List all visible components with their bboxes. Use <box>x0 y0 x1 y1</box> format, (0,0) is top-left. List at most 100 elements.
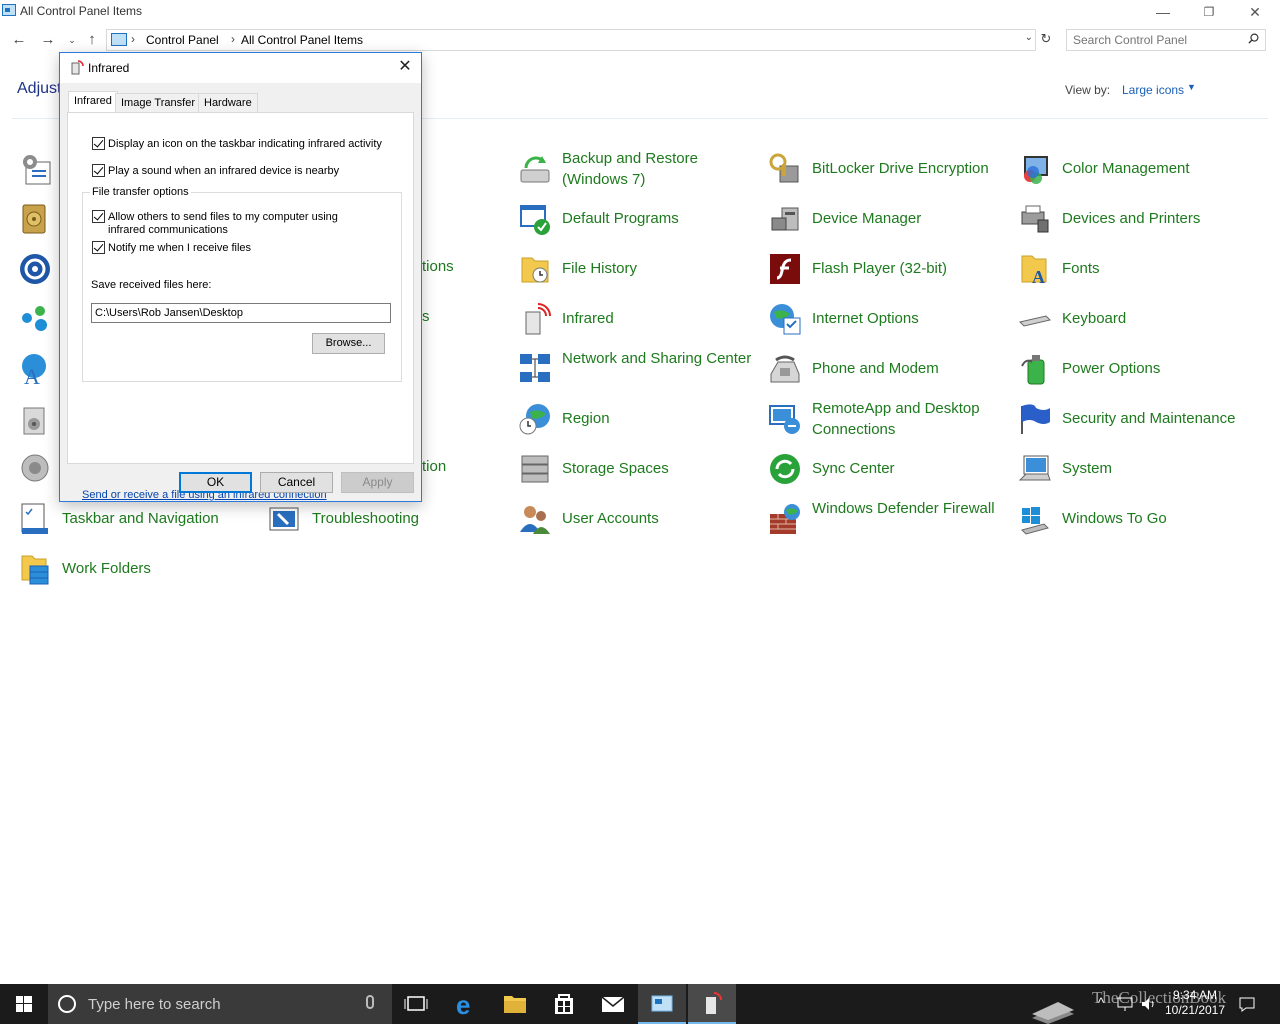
notify-checkbox[interactable] <box>92 241 105 254</box>
taskbar-edge[interactable]: e <box>442 984 490 1024</box>
dialog-titlebar[interactable]: Infrared ✕ <box>60 53 421 83</box>
checkbox-label: Play a sound when an infrared device is … <box>108 165 340 177</box>
book-logo-icon <box>1032 1002 1074 1024</box>
infrared-dialog: Infrared ✕ Infrared Image Transfer Hardw… <box>59 52 422 502</box>
address-bar[interactable]: › Control Panel › All Control Panel Item… <box>106 29 1036 51</box>
item-internet-options[interactable]: Internet Options <box>768 298 1008 342</box>
task-view-button[interactable] <box>392 984 440 1024</box>
item-color-management[interactable]: Color Management <box>1018 148 1258 192</box>
search-box[interactable] <box>1066 29 1266 51</box>
close-button[interactable]: ✕ <box>1232 0 1278 26</box>
search-input[interactable] <box>1073 32 1243 48</box>
breadcrumb-control-panel[interactable]: Control Panel <box>146 33 219 47</box>
allow-receive-checkbox[interactable] <box>92 210 105 223</box>
item-infrared[interactable]: Infrared <box>518 298 758 342</box>
color-circle-icon[interactable] <box>18 252 52 286</box>
taskbar-search[interactable]: Type here to search <box>48 984 392 1024</box>
item-label: Network and Sharing Center <box>562 350 752 367</box>
forward-arrow-icon[interactable]: → <box>38 31 58 49</box>
chevron-down-icon[interactable]: ⌄ <box>1025 32 1033 43</box>
checkbox-label: Allow others to send files to my compute… <box>108 211 338 236</box>
ok-button[interactable]: OK <box>179 472 252 493</box>
svg-text:e: e <box>456 990 470 1020</box>
clock[interactable]: 9:34 AM 10/21/2017 <box>1164 988 1226 1018</box>
item-label: System <box>1062 460 1113 477</box>
up-arrow-icon[interactable]: ↑ <box>82 31 102 49</box>
partial-item-label[interactable]: tions <box>422 258 454 275</box>
cancel-button[interactable]: Cancel <box>260 472 333 493</box>
administrative-tools-icon[interactable] <box>20 152 52 186</box>
item-system[interactable]: System <box>1018 448 1258 492</box>
item-region[interactable]: Region <box>518 398 758 442</box>
partial-item-label[interactable]: s <box>422 308 430 325</box>
item-user-accounts[interactable]: User Accounts <box>518 498 758 542</box>
refresh-icon[interactable]: ↻ <box>1038 31 1054 49</box>
item-storage-spaces[interactable]: Storage Spaces <box>518 448 758 492</box>
breadcrumb-all-items[interactable]: All Control Panel Items <box>241 33 363 47</box>
start-button[interactable] <box>0 984 48 1024</box>
item-taskbar-navigation[interactable]: Taskbar and Navigation <box>18 498 258 542</box>
tab-infrared[interactable]: Infrared <box>68 91 118 113</box>
item-windows-to-go[interactable]: Windows To Go <box>1018 498 1258 542</box>
item-power-options[interactable]: Power Options <box>1018 348 1258 392</box>
caret-down-icon[interactable]: ▼ <box>1187 82 1196 92</box>
item-file-history[interactable]: File History <box>518 248 758 292</box>
sound-checkbox[interactable] <box>92 164 105 177</box>
item-label: Devices and Printers <box>1062 210 1201 227</box>
close-icon[interactable]: ✕ <box>395 57 415 77</box>
ease-of-access-icon[interactable]: A <box>18 352 52 389</box>
tab-image-transfer[interactable]: Image Transfer <box>115 93 201 113</box>
taskbar-icon-checkbox[interactable] <box>92 137 105 150</box>
speech-icon[interactable] <box>22 404 48 436</box>
taskbar-control-panel[interactable] <box>638 984 686 1024</box>
item-network-sharing[interactable]: Network and Sharing Center <box>518 348 758 392</box>
item-security-maintenance[interactable]: Security and Maintenance <box>1018 398 1258 442</box>
taskbar-store[interactable] <box>540 984 588 1024</box>
item-devices-printers[interactable]: Devices and Printers <box>1018 198 1258 242</box>
save-path-field[interactable] <box>91 303 391 323</box>
power-options-icon <box>1021 355 1045 385</box>
internet-options-icon <box>770 304 801 335</box>
taskbar-mail[interactable] <box>589 984 637 1024</box>
recent-locations-chevron-icon[interactable]: ⌄ <box>62 31 82 49</box>
chevron-right-icon: › <box>131 32 135 46</box>
item-device-manager[interactable]: Device Manager <box>768 198 1008 242</box>
item-label: Windows To Go <box>1062 510 1167 527</box>
item-label: Keyboard <box>1062 310 1127 327</box>
item-remoteapp[interactable]: RemoteApp and Desktop Connections <box>768 398 1008 442</box>
item-firewall[interactable]: Windows Defender Firewall <box>768 498 1008 542</box>
action-center-icon[interactable] <box>1238 996 1256 1012</box>
taskbar-infrared[interactable] <box>688 984 736 1024</box>
item-default-programs[interactable]: Default Programs <box>518 198 758 242</box>
sound-icon[interactable] <box>20 453 50 483</box>
item-fonts[interactable]: A Fonts <box>1018 248 1258 292</box>
taskbar-file-explorer[interactable] <box>491 984 539 1024</box>
microphone-icon[interactable] <box>366 995 374 1009</box>
network-sharing-icon <box>520 354 550 382</box>
item-troubleshooting[interactable]: Troubleshooting <box>268 498 508 542</box>
item-keyboard[interactable]: Keyboard <box>1018 298 1258 342</box>
item-bitlocker[interactable]: BitLocker Drive Encryption <box>768 148 1008 192</box>
item-work-folders[interactable]: Work Folders <box>18 548 258 592</box>
tab-panel-infrared: Display an icon on the taskbar indicatin… <box>67 112 414 501</box>
item-sync-center[interactable]: Sync Center <box>768 448 1008 492</box>
infrared-icon <box>71 60 84 75</box>
item-backup-restore[interactable]: Backup and Restore (Windows 7) <box>518 148 758 192</box>
network-nodes-icon[interactable] <box>20 303 50 333</box>
item-phone-modem[interactable]: Phone and Modem <box>768 348 1008 392</box>
region-icon <box>519 404 550 435</box>
page-heading: Adjust <box>17 80 62 97</box>
autoplay-icon[interactable] <box>20 203 48 235</box>
restore-button[interactable]: ❐ <box>1186 0 1232 26</box>
view-by-dropdown[interactable]: Large icons <box>1122 83 1184 97</box>
item-flash-player[interactable]: Flash Player (32-bit) <box>768 248 1008 292</box>
back-arrow-icon[interactable]: ← <box>9 31 29 49</box>
item-label: Color Management <box>1062 160 1190 177</box>
infrared-icon <box>706 992 722 1014</box>
windows-to-go-icon <box>1021 507 1049 535</box>
minimize-button[interactable]: — <box>1140 0 1186 26</box>
tab-hardware[interactable]: Hardware <box>198 93 258 113</box>
apply-button[interactable]: Apply <box>341 472 414 493</box>
partial-item-label[interactable]: tion <box>422 458 446 475</box>
browse-button[interactable]: Browse... <box>312 333 385 354</box>
